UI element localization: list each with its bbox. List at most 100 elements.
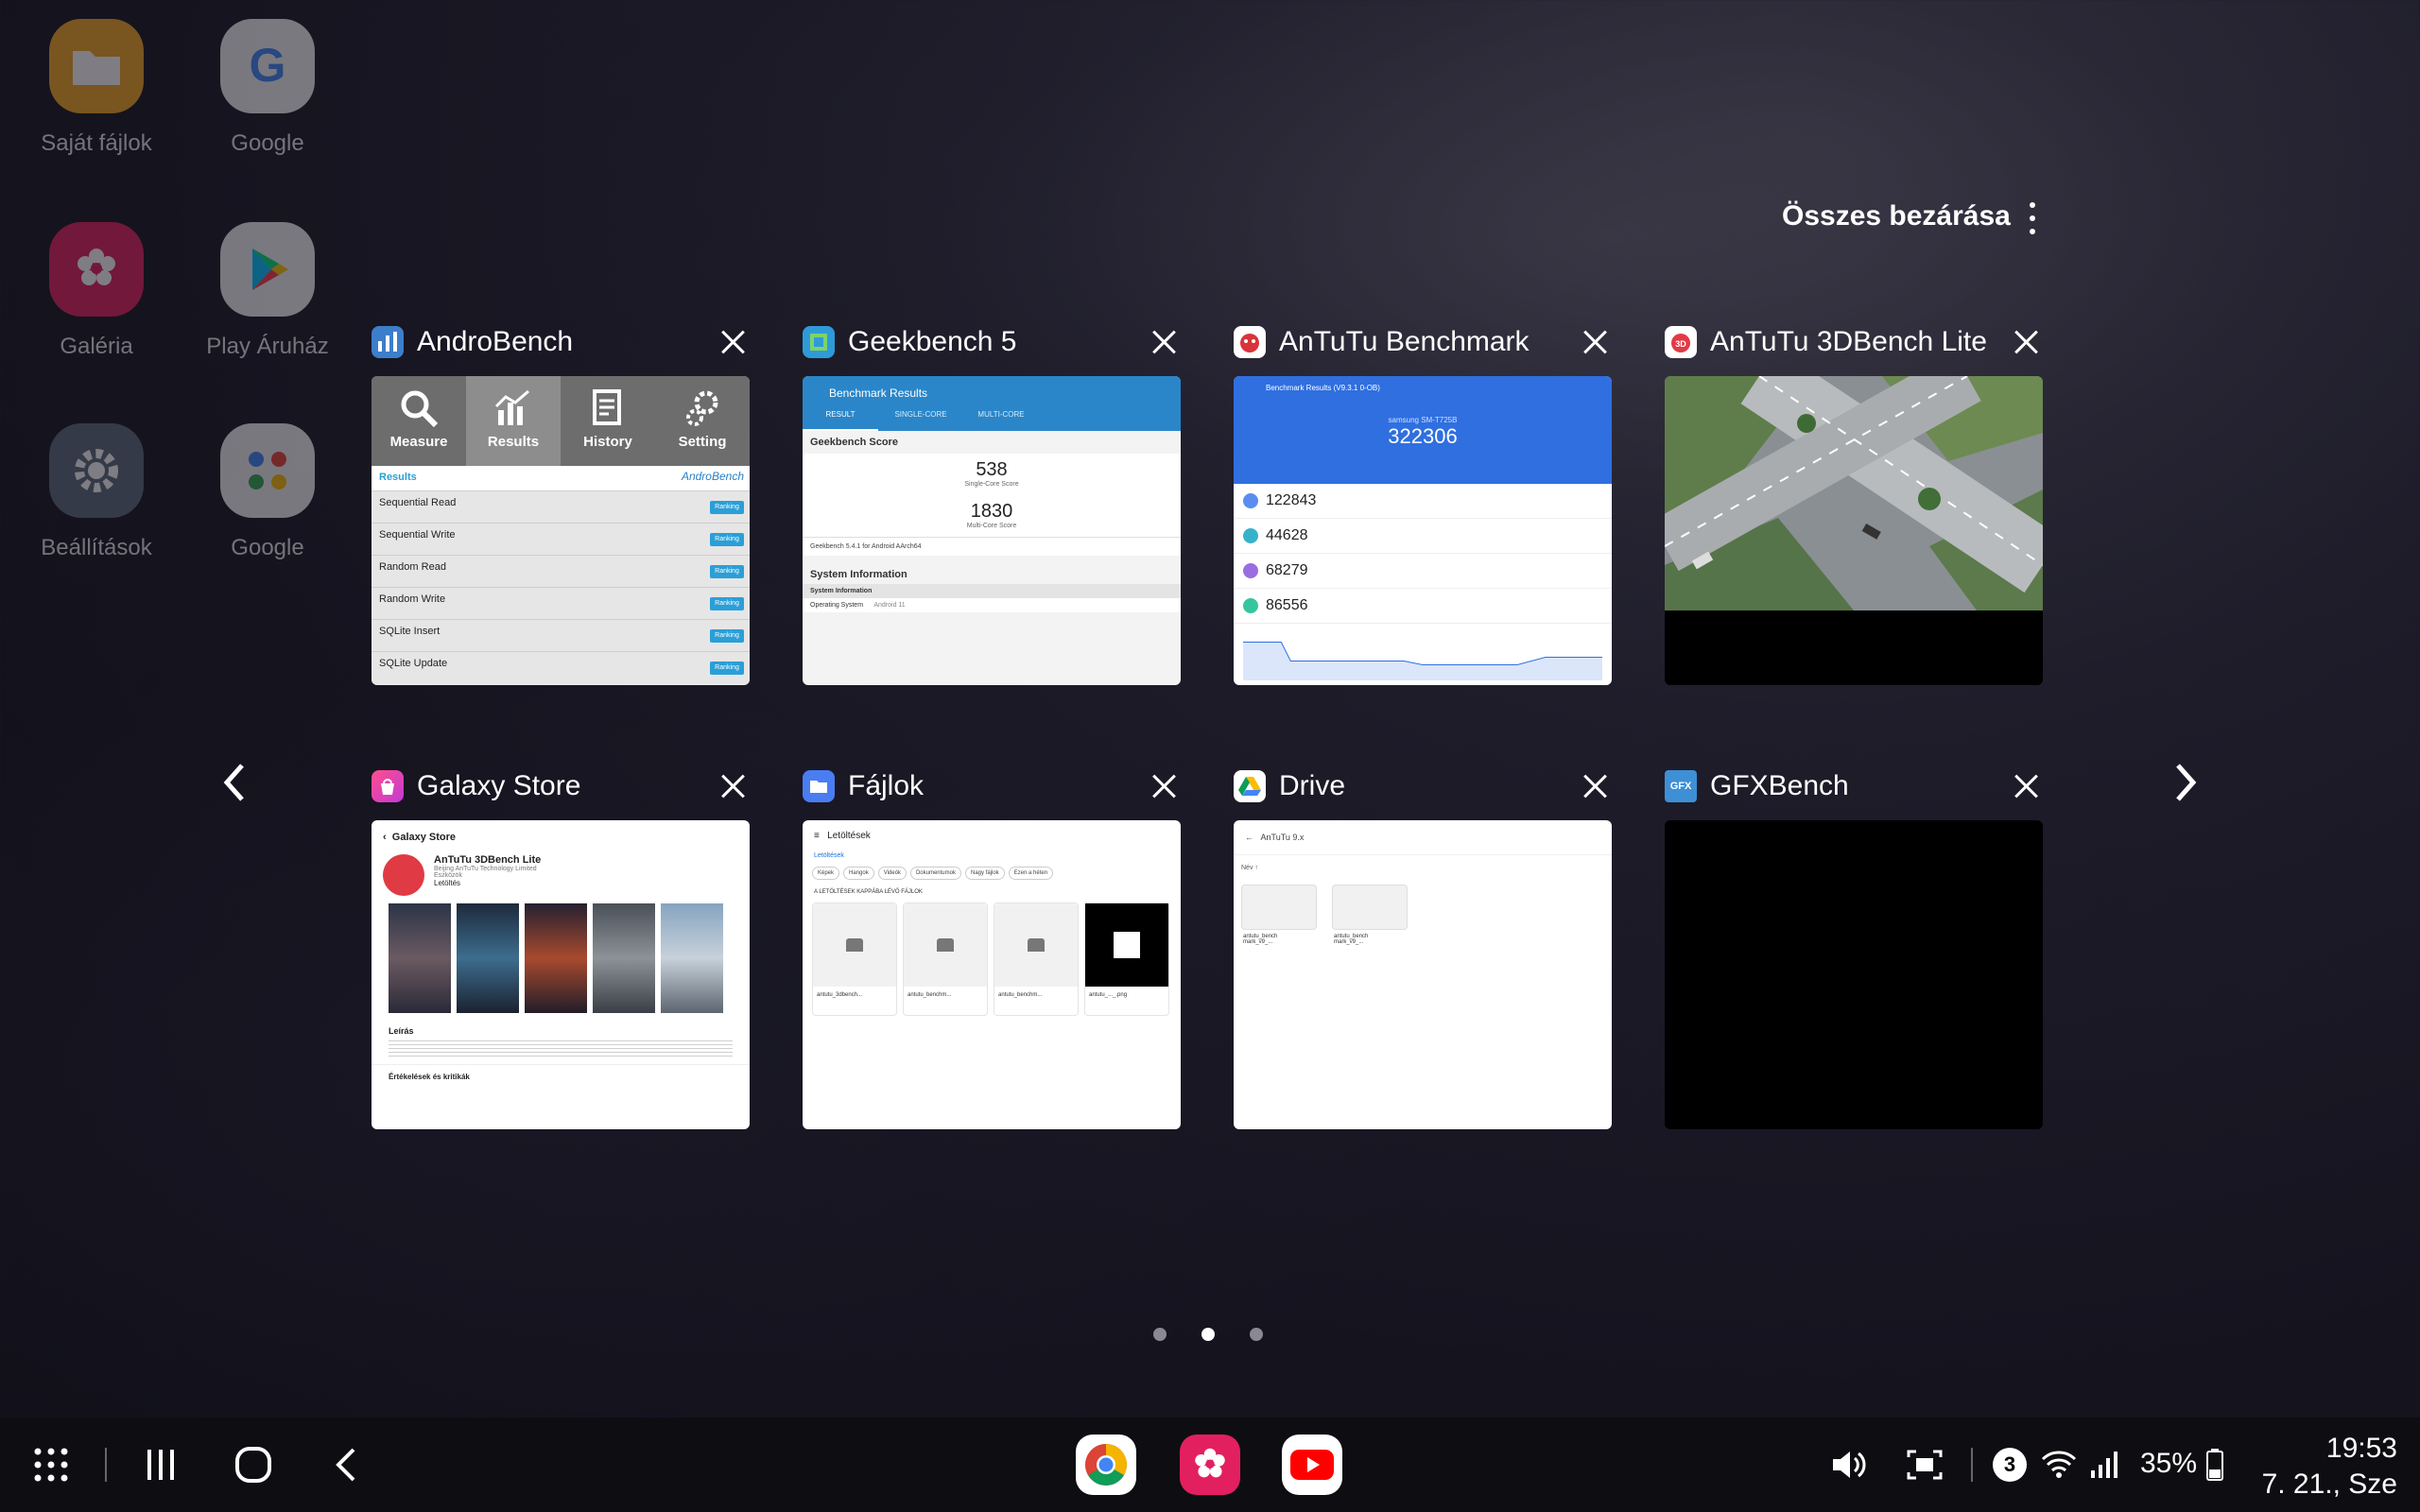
close-card-icon[interactable] <box>1149 327 1179 357</box>
antutu-sub-score: 68279 <box>1234 554 1612 589</box>
geekbench-header: Benchmark Results <box>803 376 1181 410</box>
store-app-title: AnTuTu 3DBench Lite <box>434 854 542 866</box>
androbench-tab-setting: Setting <box>655 376 750 466</box>
os-value: Android 11 <box>873 602 906 609</box>
androbench-row: Random Write Ranking <box>372 587 750 619</box>
file-tile: antutu_benchm... <box>903 902 988 1016</box>
signal-icon <box>2087 1446 2121 1484</box>
home-button[interactable] <box>231 1442 276 1487</box>
filter-chip: Dokumentumok <box>909 867 961 880</box>
geekbench-tab: RESULT <box>803 410 878 431</box>
files-section-title: A LETÖLTÉSEK KAPPÁBA LÉVŐ FÁJLOK <box>814 889 923 895</box>
androbench-row: Sequential Read Ranking <box>372 490 750 523</box>
back-button[interactable] <box>323 1442 369 1487</box>
home-icon-label: Play Áruház <box>206 334 329 359</box>
store-app-category: Eszközök <box>434 872 462 879</box>
next-page-arrow-icon[interactable] <box>2167 754 2204 811</box>
screenshot-thumb <box>525 903 587 1013</box>
youtube-icon[interactable] <box>1282 1435 1342 1495</box>
close-all-button[interactable]: Összes bezárása <box>1782 200 2011 232</box>
screenshot-capture-icon[interactable] <box>1904 1446 1945 1484</box>
recent-app-card-antutu-3dbench[interactable]: 3D AnTuTu 3DBench Lite <box>1665 319 2043 685</box>
filter-chip: Képek <box>812 867 840 880</box>
app-thumbnail[interactable]: ← AnTuTu 9.x Név ↑ antutu_bench mark_v9_… <box>1234 820 1612 1129</box>
chrome-icon[interactable] <box>1076 1435 1136 1495</box>
home-icon-google-folder: Google <box>182 423 353 561</box>
home-icon-label: Google <box>231 130 304 156</box>
androbench-section-title: Results <box>379 472 417 483</box>
card-title: AnTuTu 3DBench Lite <box>1710 326 1987 357</box>
androbench-tab-results: Results <box>466 376 561 466</box>
filter-chip: Ezen a héten <box>1008 867 1054 880</box>
drive-sort-label: Név ↑ <box>1241 865 1258 871</box>
recent-app-card-androbench[interactable]: AndroBench Measure Results History Setti… <box>372 319 750 685</box>
close-card-icon[interactable] <box>2011 327 2041 357</box>
recent-app-card-files[interactable]: Fájlok ≡ Letöltések Letöltések Képek Han… <box>803 764 1181 1129</box>
aerial-city-render <box>1665 376 2043 610</box>
clock: 19:53 7. 21., Sze <box>2262 1431 2397 1503</box>
single-core-score: 538 <box>976 459 1008 480</box>
recent-app-card-gfxbench[interactable]: GFX GFXBench <box>1665 764 2043 1129</box>
close-card-icon[interactable] <box>717 327 748 357</box>
file-tile: antutu_3dbench... <box>812 902 897 1016</box>
multi-core-score: 1830 <box>970 501 1013 522</box>
geekbench-tab: MULTI-CORE <box>977 410 1025 419</box>
store-install-label: Letöltés <box>434 879 461 887</box>
recent-app-card-antutu[interactable]: AnTuTu Benchmark Benchmark Results (V9.3… <box>1234 319 1612 685</box>
drive-icon <box>1234 770 1266 802</box>
google-icon: G <box>220 19 315 113</box>
files-breadcrumb: Letöltések <box>814 852 844 859</box>
antutu-icon <box>1234 326 1266 358</box>
close-card-icon[interactable] <box>1149 771 1179 801</box>
os-label: Operating System <box>810 602 864 609</box>
previous-page-arrow-icon[interactable] <box>216 754 253 811</box>
store-description-title: Leírás <box>389 1026 414 1036</box>
app-thumbnail[interactable]: Benchmark Results (V9.3.1 0-OB) samsung … <box>1234 376 1612 685</box>
androbench-icon <box>372 326 404 358</box>
card-title: Galaxy Store <box>417 770 581 801</box>
recent-app-card-galaxy-store[interactable]: Galaxy Store ‹ Galaxy Store AnTuTu 3DBen… <box>372 764 750 1129</box>
card-title: Fájlok <box>848 770 925 801</box>
clock-time: 19:53 <box>2325 1433 2397 1464</box>
taskbar-divider <box>105 1448 107 1482</box>
geekbench-sysinfo-sub: System Information <box>803 584 1181 598</box>
app-thumbnail[interactable]: ≡ Letöltések Letöltések Képek Hangok Vid… <box>803 820 1181 1129</box>
battery-icon <box>2204 1446 2225 1484</box>
app-thumbnail[interactable]: Benchmark Results RESULT SINGLE-CORE MUL… <box>803 376 1181 685</box>
home-icon-my-files: Saját fájlok <box>11 19 182 157</box>
app-thumbnail[interactable]: ‹ Galaxy Store AnTuTu 3DBench Lite Beiji… <box>372 820 750 1129</box>
more-options-icon[interactable] <box>2023 202 2042 234</box>
antutu-sub-score: 44628 <box>1234 519 1612 554</box>
taskbar: 3 35% 19:53 7. 21., Sze <box>0 1418 2420 1512</box>
recent-app-card-geekbench[interactable]: Geekbench 5 Benchmark Results RESULT SIN… <box>803 319 1181 685</box>
recent-app-card-drive[interactable]: Drive ← AnTuTu 9.x Név ↑ antutu_bench ma… <box>1234 764 1612 1129</box>
close-card-icon[interactable] <box>2011 771 2041 801</box>
app-thumbnail[interactable] <box>1665 376 2043 685</box>
store-reviews-title: Értékelések és kritikák <box>372 1064 750 1089</box>
androbench-tab-history: History <box>561 376 655 466</box>
close-card-icon[interactable] <box>1580 327 1610 357</box>
drive-search-query: AnTuTu 9.x <box>1260 833 1305 842</box>
home-icon-google: G Google <box>182 19 353 157</box>
geekbench-score-title: Geekbench Score <box>810 437 898 448</box>
filter-chip: Videók <box>877 867 907 880</box>
antutu-sub-score: 86556 <box>1234 589 1612 624</box>
close-card-icon[interactable] <box>717 771 748 801</box>
folder-icon <box>49 19 144 113</box>
app-drawer-icon[interactable] <box>28 1442 74 1487</box>
app-thumbnail[interactable] <box>1665 820 2043 1129</box>
gallery-icon[interactable] <box>1180 1435 1240 1495</box>
home-icon-gallery: Galéria <box>11 222 182 360</box>
drive-file-tile: antutu_bench mark_v9_... <box>1332 885 1408 949</box>
filter-chip: Nagy fájlok <box>964 867 1005 880</box>
androbench-row: SQLite Insert Ranking <box>372 619 750 651</box>
battery-percent: 35% <box>2140 1448 2198 1479</box>
home-icon-settings: Beállítások <box>11 423 182 561</box>
taskbar-divider <box>1971 1448 1973 1482</box>
app-thumbnail[interactable]: Measure Results History Setting Results … <box>372 376 750 685</box>
galaxy-store-icon <box>372 770 404 802</box>
close-card-icon[interactable] <box>1580 771 1610 801</box>
recent-apps-button[interactable] <box>138 1442 183 1487</box>
file-tile: antutu_..._.png <box>1084 902 1169 1016</box>
volume-icon[interactable] <box>1828 1446 1870 1484</box>
